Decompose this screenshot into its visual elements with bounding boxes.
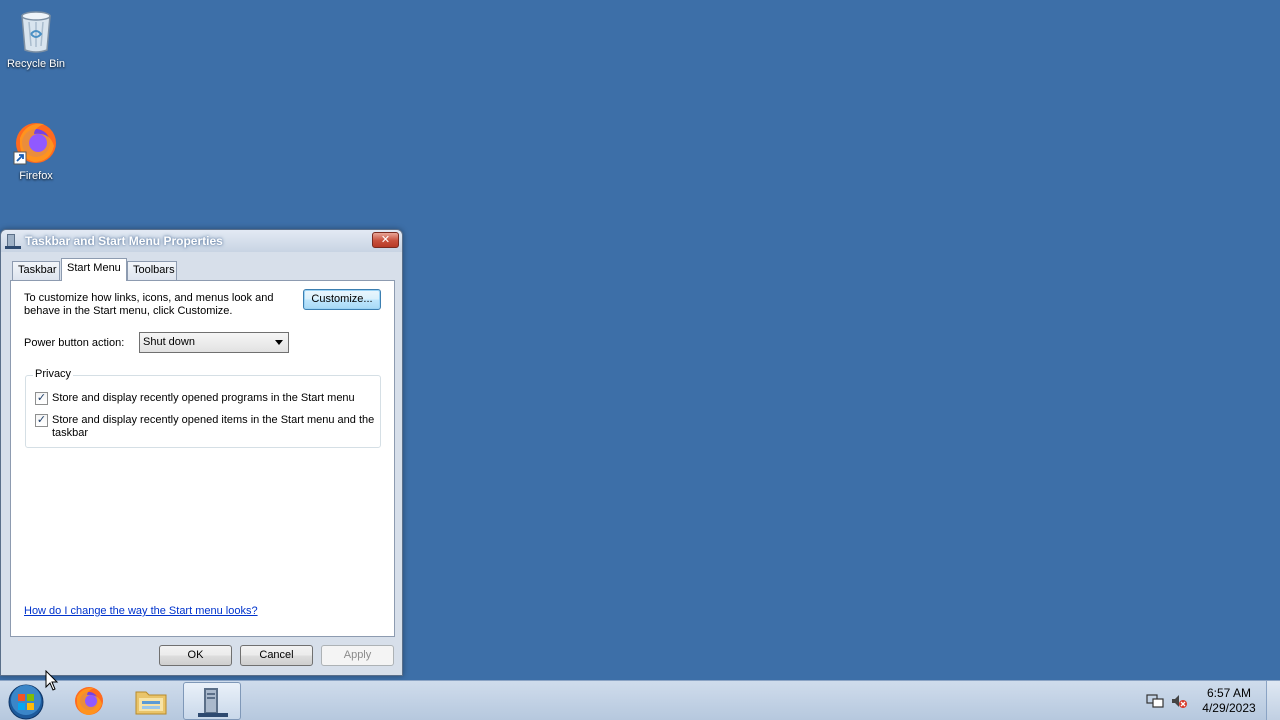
recycle-bin-icon [21, 11, 51, 53]
taskbar-firefox-button[interactable] [60, 682, 118, 720]
desktop-icon-recycle-bin[interactable]: Recycle Bin [0, 6, 72, 70]
title-bar[interactable]: Taskbar and Start Menu Properties ✕ [1, 230, 402, 252]
close-button[interactable]: ✕ [372, 232, 399, 248]
firefox-icon [75, 687, 103, 715]
properties-icon [198, 688, 228, 717]
recent-programs-checkbox-row[interactable]: ✓ Store and display recently opened prog… [35, 391, 375, 407]
recent-programs-label: Store and display recently opened progra… [52, 392, 355, 404]
taskbar-properties-icon [5, 234, 21, 249]
explorer-folder-icon [135, 691, 167, 715]
power-button-action-select[interactable]: Shut down [139, 332, 289, 353]
recent-items-label: Store and display recently opened items … [52, 414, 375, 439]
tab-start-menu[interactable]: Start Menu [61, 258, 127, 281]
show-desktop-button[interactable] [1266, 681, 1280, 720]
recent-items-checkbox-row[interactable]: ✓ Store and display recently opened item… [35, 413, 375, 443]
privacy-group-label: Privacy [33, 368, 74, 380]
taskbar-explorer-button[interactable] [122, 682, 180, 720]
customize-button[interactable]: Customize... [303, 289, 381, 310]
network-icon[interactable] [1146, 693, 1164, 709]
clock-time: 6:57 AM [1206, 686, 1252, 700]
taskbar: 6:57 AM 4/29/2023 [0, 680, 1280, 720]
volume-muted-icon[interactable] [1170, 693, 1188, 709]
dropdown-arrow-icon [275, 340, 283, 345]
start-menu-tab-panel: To customize how links, icons, and menus… [10, 280, 395, 637]
customize-description: To customize how links, icons, and menus… [24, 292, 274, 317]
ok-button[interactable]: OK [159, 645, 232, 666]
start-orb[interactable] [6, 683, 46, 720]
desktop-icon-label: Recycle Bin [6, 58, 66, 70]
system-clock[interactable]: 6:57 AM 4/29/2023 [1196, 686, 1262, 716]
power-button-action-label: Power button action: [24, 337, 125, 349]
window-title: Taskbar and Start Menu Properties [25, 234, 223, 248]
recent-programs-checkbox[interactable]: ✓ [35, 392, 48, 405]
desktop-icon-firefox[interactable]: Firefox [0, 118, 72, 182]
firefox-icon [13, 123, 56, 165]
close-icon: ✕ [380, 234, 391, 246]
desktop-icon-label: Firefox [19, 170, 53, 182]
taskbar-properties-dialog: Taskbar and Start Menu Properties ✕ Task… [0, 229, 403, 676]
mouse-cursor-icon [45, 670, 59, 691]
tab-taskbar[interactable]: Taskbar [12, 261, 60, 280]
recent-items-checkbox[interactable]: ✓ [35, 414, 48, 427]
power-button-action-value: Shut down [143, 336, 195, 348]
taskbar-properties-button[interactable] [183, 682, 241, 720]
apply-button[interactable]: Apply [321, 645, 394, 666]
clock-date: 4/29/2023 [1202, 701, 1256, 715]
cancel-button[interactable]: Cancel [240, 645, 313, 666]
help-link[interactable]: How do I change the way the Start menu l… [24, 605, 258, 617]
tab-toolbars[interactable]: Toolbars [127, 261, 177, 280]
privacy-group: Privacy ✓ Store and display recently ope… [25, 368, 381, 448]
